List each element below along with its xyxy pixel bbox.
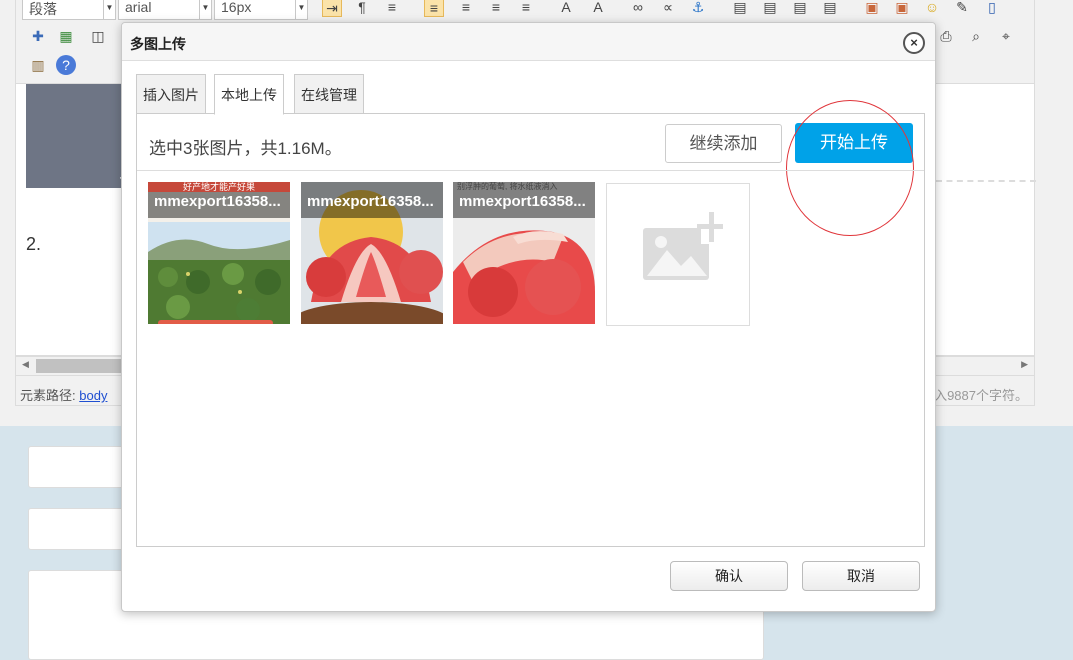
insert-frame-icon[interactable]: ◫: [88, 26, 108, 46]
help-icon[interactable]: ?: [56, 55, 76, 75]
confirm-button[interactable]: 确认: [670, 561, 788, 591]
element-path: 元素路径: body: [20, 385, 107, 404]
unlink-icon[interactable]: ∝: [658, 0, 678, 17]
image-thumbnail[interactable]: mmexport16358... 好产地才能产好果: [148, 182, 290, 324]
add-more-button[interactable]: 继续添加: [665, 124, 782, 163]
dashed-divider: [936, 180, 1036, 182]
font-size-up-icon[interactable]: A: [556, 0, 576, 17]
chevron-down-icon: ▼: [295, 0, 307, 19]
search-replace-icon[interactable]: ⌖: [996, 26, 1016, 46]
upload-status-text: 选中3张图片，共1.16M。: [149, 139, 342, 158]
paste-icon[interactable]: ▥: [28, 55, 48, 75]
align-left-icon[interactable]: ≡: [424, 0, 444, 17]
chevron-down-icon: ▼: [199, 0, 211, 19]
anchor-icon[interactable]: ⚓: [688, 0, 708, 17]
close-icon[interactable]: ×: [903, 32, 925, 54]
multi-image-icon[interactable]: ▣: [892, 0, 912, 17]
attachment-icon[interactable]: ✚: [28, 26, 48, 46]
multi-image-upload-dialog: 多图上传 × 插入图片 本地上传 在线管理 选中3张图片，共1.16M。 继续添…: [121, 22, 936, 612]
add-image-icon: [643, 212, 723, 280]
paragraph-select-value: 段落: [29, 1, 57, 17]
chevron-down-icon: ▼: [103, 0, 115, 19]
tab-online-manage[interactable]: 在线管理: [294, 74, 364, 114]
dialog-header: 多图上传 ×: [122, 23, 935, 61]
map-icon[interactable]: ▦: [56, 26, 76, 46]
image-center-icon[interactable]: ▤: [820, 0, 840, 17]
print-icon[interactable]: ⎙: [936, 26, 956, 46]
image-left-icon[interactable]: ▤: [760, 0, 780, 17]
tab-insert-image[interactable]: 插入图片: [136, 74, 206, 114]
upload-panel: 选中3张图片，共1.16M。 继续添加 开始上传 mmexport16358..…: [136, 100, 925, 547]
image-thumbnail[interactable]: mmexport16358... 别浮肿的葡萄, 将水纸液消入: [453, 182, 595, 324]
start-upload-button[interactable]: 开始上传: [795, 123, 913, 163]
thumbnail-caption: 别浮肿的葡萄, 将水纸液消入: [457, 182, 558, 191]
paragraph-select[interactable]: 段落 ▼: [22, 0, 116, 20]
panel-divider: [137, 170, 924, 171]
align-justify-icon[interactable]: ≡: [516, 0, 536, 17]
font-size-down-icon[interactable]: A: [588, 0, 608, 17]
editor-text: 2.: [26, 234, 42, 254]
link-icon[interactable]: ∞: [628, 0, 648, 17]
size-select[interactable]: 16px ▼: [214, 0, 308, 20]
image-icon[interactable]: ▣: [862, 0, 882, 17]
char-count: 入9887个字符。: [934, 388, 1028, 403]
image-thumbnail[interactable]: mmexport16358...: [301, 182, 443, 324]
size-select-value: 16px: [221, 0, 252, 15]
align-center-icon[interactable]: ≡: [456, 0, 476, 17]
scroll-left-icon[interactable]: ◀: [22, 359, 29, 370]
add-image-placeholder[interactable]: [606, 183, 750, 326]
thumbnail-filename: mmexport16358...: [301, 182, 443, 218]
emotion-icon[interactable]: ☺: [922, 0, 942, 17]
element-path-label: 元素路径:: [20, 388, 76, 403]
list-icon[interactable]: ≡: [382, 0, 402, 17]
align-right-icon[interactable]: ≡: [486, 0, 506, 17]
font-select-value: arial: [125, 0, 152, 15]
thumbnail-caption: 好产地才能产好果: [148, 182, 290, 192]
annotation-circle: [786, 100, 914, 236]
video-icon[interactable]: ▯: [982, 0, 1002, 17]
rtl-icon[interactable]: ¶: [352, 0, 372, 17]
scrawl-icon[interactable]: ✎: [952, 0, 972, 17]
dialog-title: 多图上传: [130, 36, 186, 52]
preview-icon[interactable]: ⌕: [966, 26, 986, 46]
cancel-button[interactable]: 取消: [802, 561, 920, 591]
tab-local-upload[interactable]: 本地上传: [214, 74, 284, 115]
font-select[interactable]: arial ▼: [118, 0, 212, 20]
image-right-icon[interactable]: ▤: [790, 0, 810, 17]
ltr-icon[interactable]: ⇥: [322, 0, 342, 17]
scroll-right-icon[interactable]: ▶: [1021, 359, 1028, 370]
element-path-link[interactable]: body: [79, 388, 107, 403]
image-none-icon[interactable]: ▤: [730, 0, 750, 17]
